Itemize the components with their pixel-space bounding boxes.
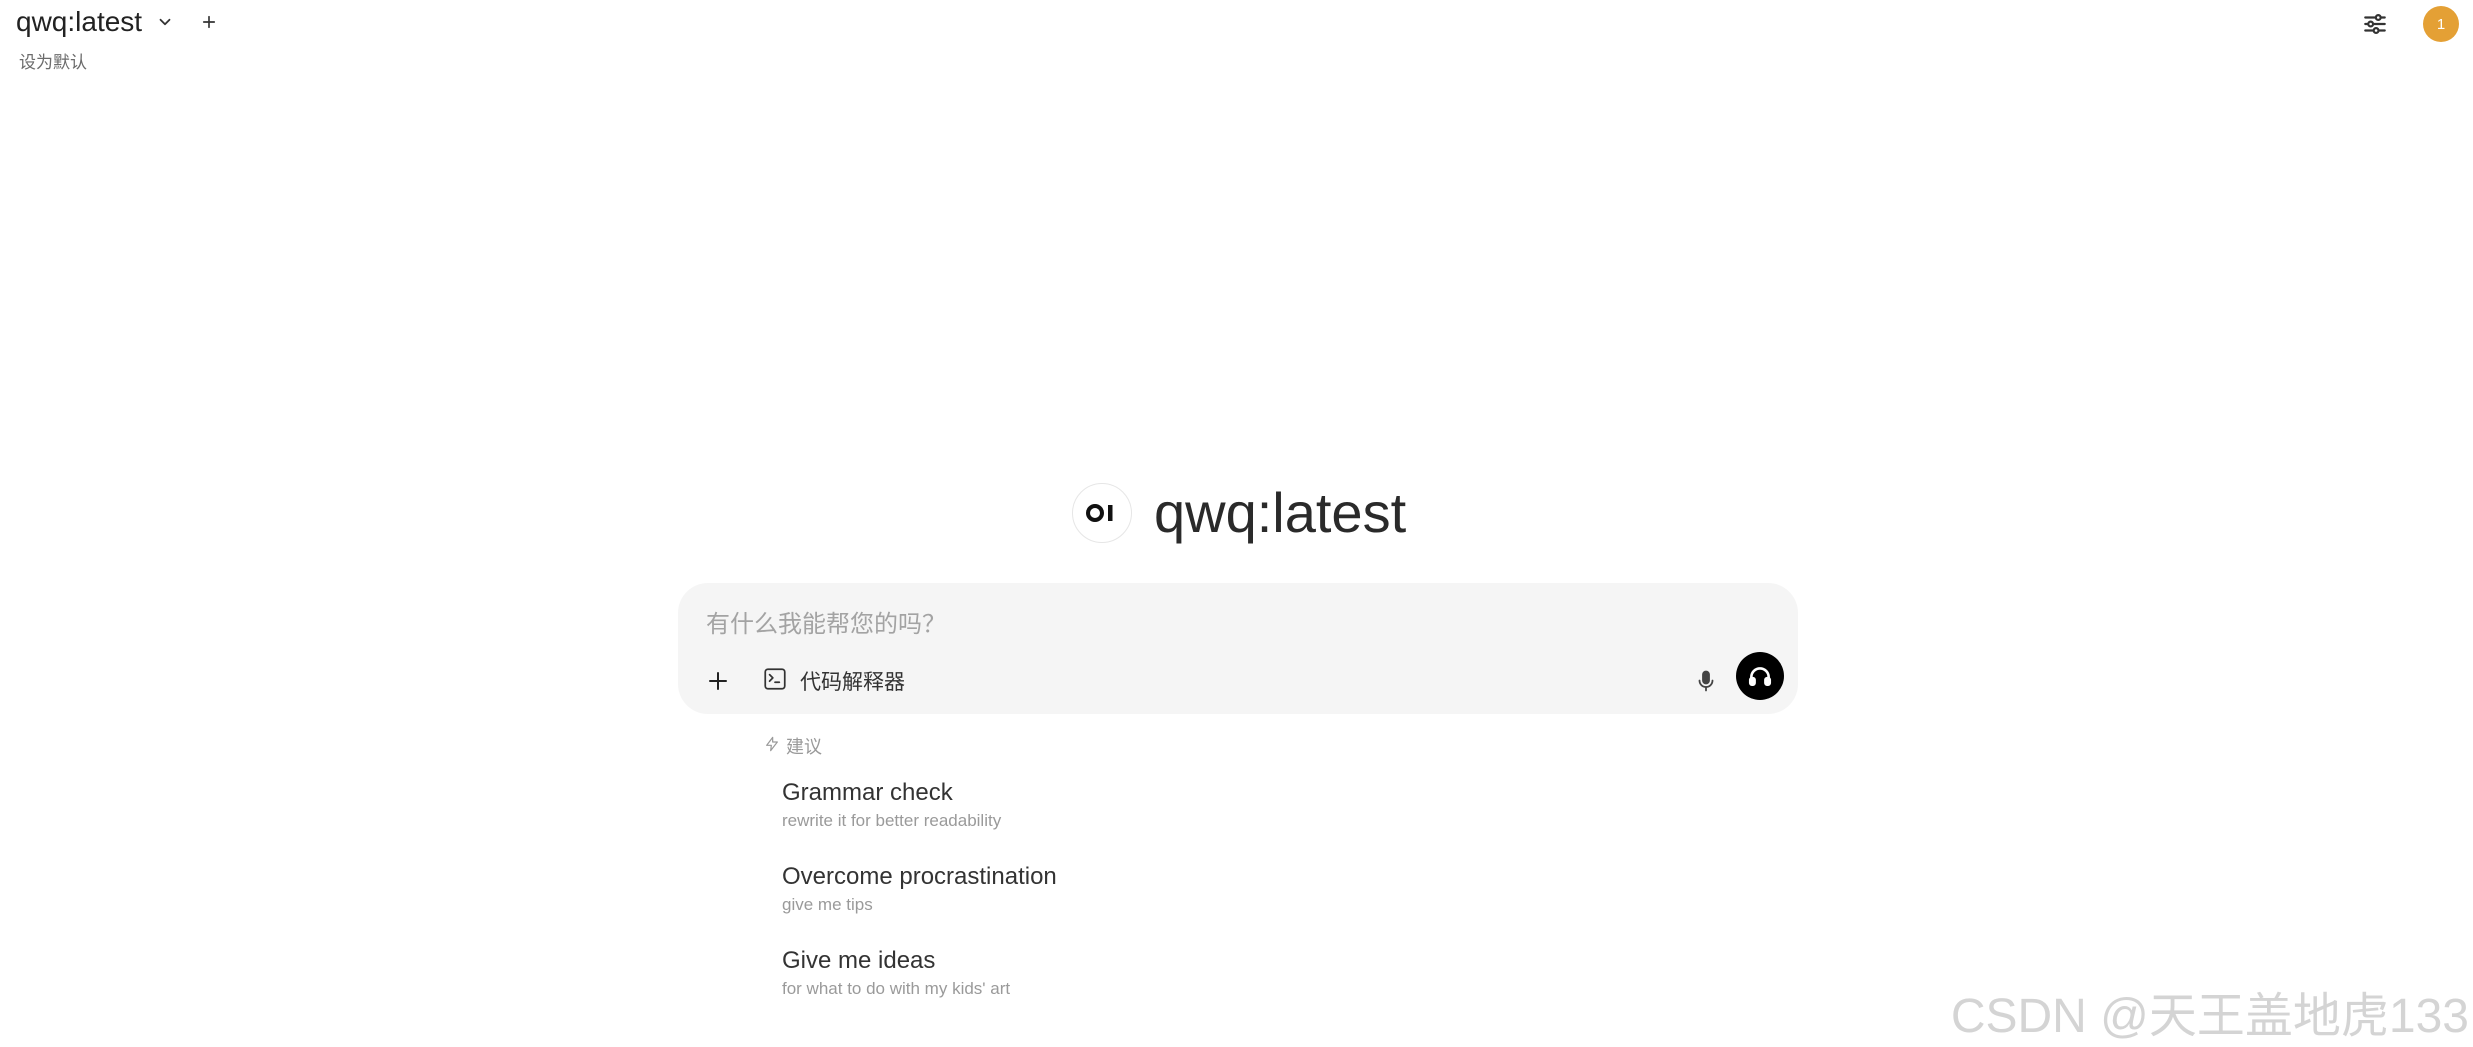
- suggestion-subtitle: for what to do with my kids' art: [782, 979, 1011, 998]
- hero-title: qwq:latest: [1154, 481, 1407, 544]
- chat-input[interactable]: [704, 605, 1708, 645]
- suggestion-title: Grammar check: [782, 779, 953, 806]
- microphone-icon[interactable]: [1688, 663, 1724, 699]
- plus-icon[interactable]: [700, 663, 736, 699]
- code-interpreter-button[interactable]: 代码解释器: [762, 663, 905, 699]
- suggestion-title: Overcome procrastination: [782, 863, 1057, 890]
- model-hero: qwq:latest: [1072, 483, 1406, 543]
- suggestion-item[interactable]: Grammar check rewrite it for better read…: [782, 778, 1001, 832]
- chevron-down-icon[interactable]: [152, 9, 178, 35]
- suggestion-subtitle: rewrite it for better readability: [782, 811, 1002, 830]
- suggestions-label: 建议: [786, 737, 822, 757]
- suggestions-header: 建议: [764, 733, 822, 759]
- bolt-icon: [764, 735, 780, 758]
- model-selector: qwq:latest: [16, 6, 222, 38]
- sliders-icon[interactable]: [2357, 6, 2393, 42]
- headphones-icon[interactable]: [1736, 652, 1784, 700]
- terminal-icon: [762, 666, 788, 697]
- add-model-button[interactable]: [196, 9, 222, 35]
- suggestion-item[interactable]: Give me ideas for what to do with my kid…: [782, 946, 1010, 1000]
- set-default-link[interactable]: 设为默认: [19, 48, 87, 73]
- watermark: CSDN @天王盖地虎133: [1950, 990, 2469, 1043]
- model-logo-icon: [1072, 483, 1132, 543]
- model-name[interactable]: qwq:latest: [16, 6, 142, 38]
- user-avatar[interactable]: 1: [2423, 6, 2459, 42]
- suggestion-subtitle: give me tips: [782, 895, 873, 914]
- top-right-controls: 1: [2357, 6, 2459, 42]
- chat-input-panel: 代码解释器: [678, 583, 1798, 714]
- code-interpreter-label: 代码解释器: [800, 671, 905, 694]
- suggestion-item[interactable]: Overcome procrastination give me tips: [782, 862, 1057, 916]
- suggestion-title: Give me ideas: [782, 947, 936, 974]
